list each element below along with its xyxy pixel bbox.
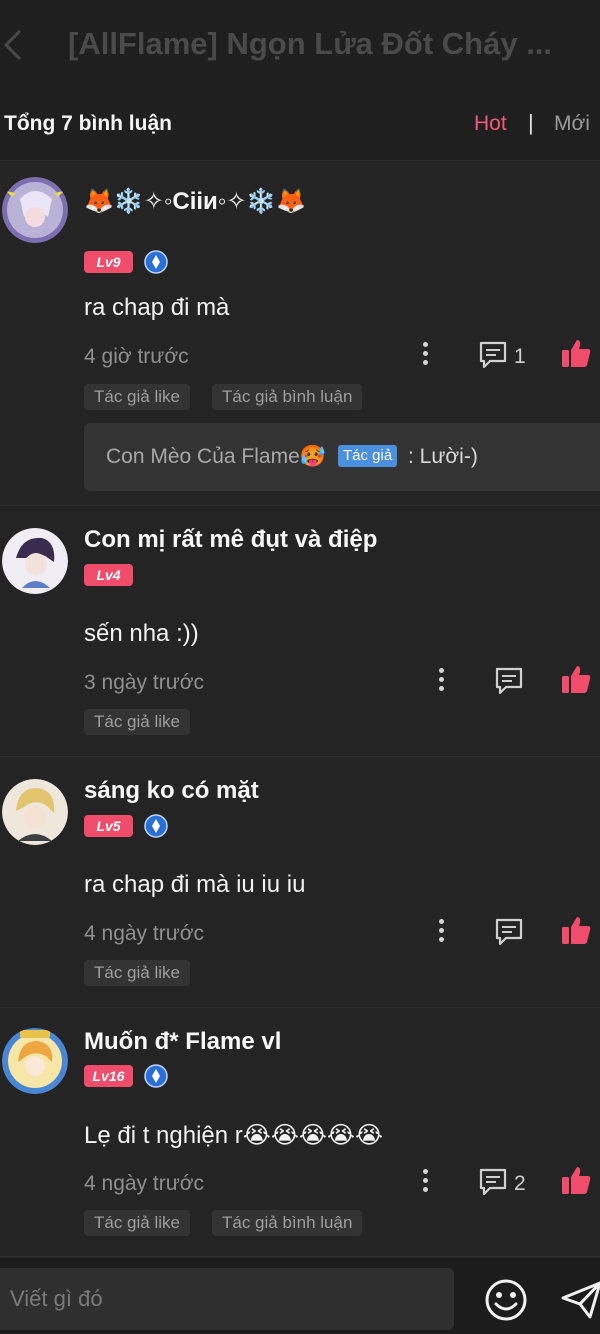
reply-author-name: Con Mèo Của Flame🥵 (106, 445, 326, 468)
verified-badge-icon (144, 814, 168, 838)
author-reply[interactable]: Con Mèo Của Flame🥵 Tác giả : Lười-) (84, 423, 600, 491)
comment-username: Muốn đ* Flame vl (84, 1028, 282, 1055)
comment-text: Lẹ đi t nghiện r😭😭😭😭😭 (84, 1122, 383, 1149)
verified-badge-icon (144, 1064, 168, 1088)
page-title: [AllFlame] Ngọn Lửa Đốt Cháy ... (68, 26, 553, 61)
comment-username: Con mị rất mê đụt và điệp (84, 526, 378, 553)
comment-composer (0, 1258, 600, 1334)
level-badge: Lv16 (84, 1065, 133, 1087)
avatar[interactable] (2, 528, 68, 594)
top-bar: [AllFlame] Ngọn Lửa Đốt Cháy ... (0, 0, 600, 91)
more-vertical-icon[interactable] (436, 668, 446, 696)
send-icon[interactable] (560, 1280, 600, 1320)
thumbs-up-icon[interactable] (560, 337, 592, 369)
comment-icon[interactable] (478, 1167, 508, 1197)
comment-time: 4 ngày trước (84, 1172, 205, 1195)
comment-icon[interactable] (494, 666, 524, 696)
comment-icon[interactable] (478, 340, 508, 370)
author-commented-tag: Tác giả bình luận (212, 384, 363, 410)
level-badge: Lv9 (84, 251, 133, 273)
comment-total: Tổng 7 bình luận (4, 112, 172, 135)
comment-time: 3 ngày trước (84, 671, 205, 694)
verified-badge-icon (144, 250, 168, 274)
back-icon[interactable] (0, 28, 26, 62)
comment-username: 🦊❄️✧◦Ciiи◦✧❄️🦊 (84, 188, 307, 215)
author-commented-tag: Tác giả bình luận (212, 1210, 363, 1236)
author-like-tag: Tác giả like (84, 384, 190, 410)
more-vertical-icon[interactable] (420, 342, 430, 370)
comment-input[interactable] (0, 1268, 454, 1330)
comment-text: sến nha :)) (84, 620, 199, 647)
more-vertical-icon[interactable] (436, 919, 446, 947)
author-like-tag: Tác giả like (84, 960, 190, 986)
sort-hot-tab[interactable]: Hot (474, 112, 507, 136)
author-tag-badge: Tác giả (338, 445, 398, 467)
comment-item: sáng ko có mặt Lv5 ra chap đi mà iu iu i… (0, 757, 600, 1008)
level-badge: Lv5 (84, 815, 133, 837)
sort-new-tab[interactable]: Mới (554, 112, 590, 136)
reply-count: 2 (514, 1172, 526, 1195)
comment-time: 4 ngày trước (84, 922, 205, 945)
thumbs-up-icon[interactable] (560, 914, 592, 946)
comment-text: ra chap đi mà iu iu iu (84, 871, 306, 898)
more-vertical-icon[interactable] (420, 1169, 430, 1197)
comment-username: sáng ko có mặt (84, 777, 259, 804)
comment-text: ra chap đi mà (84, 294, 230, 321)
comment-time: 4 giờ trước (84, 345, 189, 368)
thumbs-up-icon[interactable] (560, 663, 592, 695)
reply-text: : Lười-) (408, 445, 478, 468)
smiley-icon[interactable] (484, 1278, 528, 1322)
comment-item: Muốn đ* Flame vl Lv16 Lẹ đi t nghiện r😭😭… (0, 1008, 600, 1257)
thumbs-up-icon[interactable] (560, 1164, 592, 1196)
avatar[interactable] (2, 177, 68, 243)
sort-separator: | (528, 110, 534, 135)
comment-sort-bar: Tổng 7 bình luận Hot | Mới (0, 90, 600, 161)
comment-icon[interactable] (494, 917, 524, 947)
comment-item: Con mị rất mê đụt và điệp Lv4 sến nha :)… (0, 506, 600, 757)
author-like-tag: Tác giả like (84, 1210, 190, 1236)
author-like-tag: Tác giả like (84, 709, 190, 735)
reply-count: 1 (514, 345, 526, 368)
level-badge: Lv4 (84, 564, 133, 586)
avatar[interactable] (2, 779, 68, 845)
avatar[interactable] (2, 1028, 68, 1094)
comment-item: 🦊❄️✧◦Ciiи◦✧❄️🦊 Lv9 ra chap đi mà 4 giờ t… (0, 161, 600, 506)
